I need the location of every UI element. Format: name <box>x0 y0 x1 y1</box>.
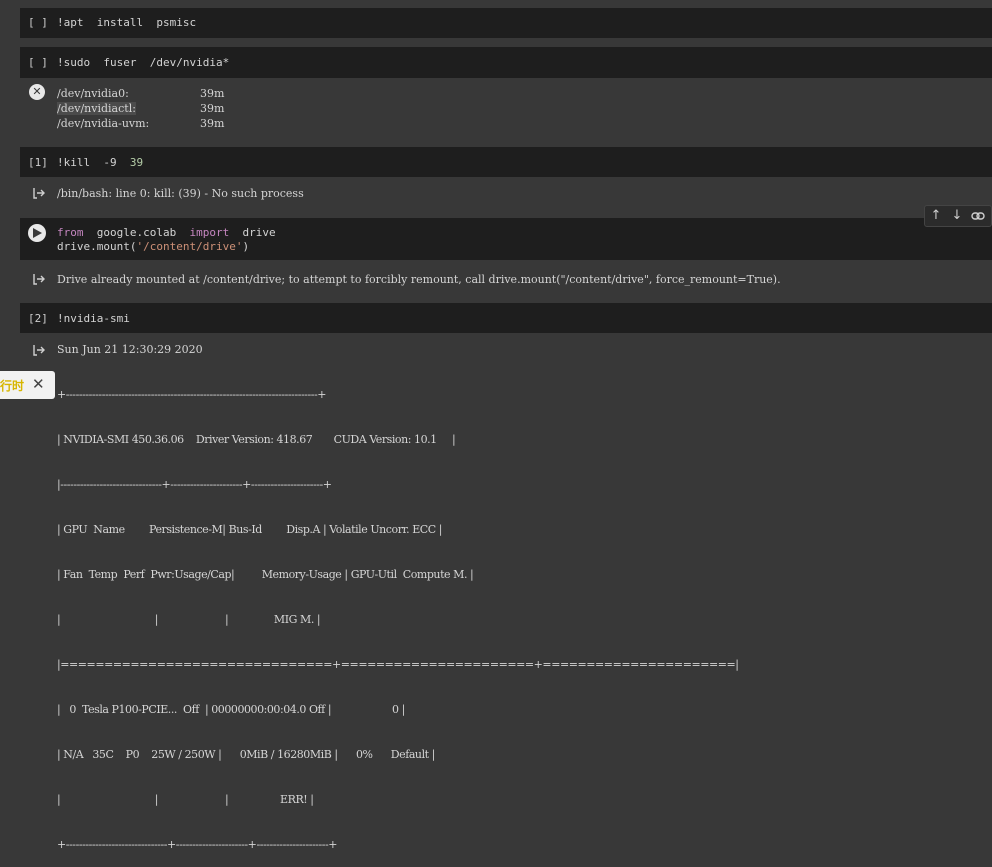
left-gutter <box>0 0 20 525</box>
code-line[interactable]: from google.colab import drive <box>57 226 276 239</box>
smi-line: | 0 Tesla P100-PCIE... Off | 00000000:00… <box>57 703 405 716</box>
fuser-line: /dev/nvidia-uvm: <box>57 117 150 130</box>
smi-line: | Fan Temp Perf Pwr:Usage/Cap| Memory-Us… <box>57 568 474 581</box>
smi-line: | NVIDIA-SMI 450.36.06 Driver Version: 4… <box>57 433 456 446</box>
code-text[interactable]: !nvidia-smi <box>57 312 130 325</box>
fuser-line: /dev/nvidia0: <box>57 87 129 100</box>
code-text[interactable]: !kill -9 39 <box>57 156 143 169</box>
smi-date: Sun Jun 21 12:30:29 2020 <box>57 343 203 356</box>
code-cell-nvidia-smi[interactable]: [2] !nvidia-smi <box>20 303 992 333</box>
link-icon[interactable] <box>969 207 987 225</box>
fuser-line: /dev/nvidiactl: <box>57 102 136 115</box>
exec-count: [1] <box>28 156 48 169</box>
output-arrow-icon[interactable] <box>32 343 46 357</box>
smi-line: | | | MIG M. | <box>57 613 321 626</box>
cell-toolbar: ↑ ↓ <box>924 205 992 227</box>
run-cell-button[interactable] <box>28 224 46 242</box>
fuser-value: 39m <box>200 102 225 115</box>
code-cell-fuser[interactable]: [ ] !sudo fuser /dev/nvidia* <box>20 47 992 78</box>
smi-line: | N/A 35C P0 25W / 250W | 0MiB / 16280Mi… <box>57 748 435 761</box>
clear-output-icon[interactable]: ✕ <box>29 84 45 100</box>
smi-line: | | | ERR! | <box>57 793 314 806</box>
code-line[interactable]: drive.mount('/content/drive') <box>57 240 249 253</box>
fuser-value: 39m <box>200 87 225 100</box>
smi-line: +-------------------------------+-------… <box>57 838 338 851</box>
kill-output: /bin/bash: line 0: kill: (39) - No such … <box>57 187 304 200</box>
smi-table: +---------------------------------------… <box>57 357 739 867</box>
smi-line: |===============================+=======… <box>57 658 739 671</box>
code-cell-kill[interactable]: [1] !kill -9 39 <box>20 147 992 177</box>
code-text[interactable]: !sudo fuser /dev/nvidia* <box>57 56 229 69</box>
move-down-icon[interactable]: ↓ <box>948 207 966 225</box>
exec-count: [ ] <box>28 56 48 69</box>
move-up-icon[interactable]: ↑ <box>927 207 945 225</box>
output-arrow-icon[interactable] <box>32 272 46 286</box>
exec-count: [ ] <box>28 16 48 29</box>
drive-output: Drive already mounted at /content/drive;… <box>57 273 781 286</box>
code-cell-drive[interactable]: from google.colab import drive drive.mou… <box>20 218 992 260</box>
smi-line: | GPU Name Persistence-M| Bus-Id Disp.A … <box>57 523 443 536</box>
play-icon <box>33 228 42 238</box>
smi-line: +---------------------------------------… <box>57 388 327 401</box>
output-arrow-icon[interactable] <box>32 186 46 200</box>
toast-text: 行时 <box>0 379 25 393</box>
close-icon[interactable]: ✕ <box>32 375 45 393</box>
fuser-value: 39m <box>200 117 225 130</box>
smi-line: |-------------------------------+-------… <box>57 478 332 491</box>
exec-count: [2] <box>28 312 48 325</box>
code-text[interactable]: !apt install psmisc <box>57 16 196 29</box>
code-cell-apt[interactable]: [ ] !apt install psmisc <box>20 8 992 38</box>
toast-popup: 行时 ✕ <box>0 371 55 399</box>
